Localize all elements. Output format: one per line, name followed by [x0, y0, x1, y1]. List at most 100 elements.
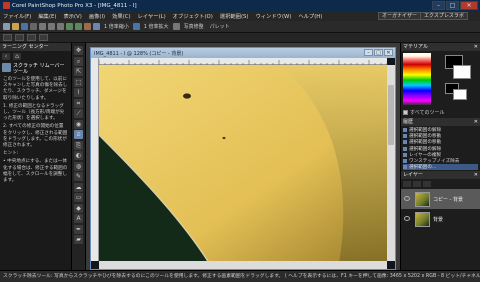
- save-icon[interactable]: [21, 23, 28, 30]
- shape-tool-icon[interactable]: ▰: [74, 235, 83, 244]
- hint-text: • 中央地点にする、または一体化する場合は、修正する範囲の幅をして、スクロールを…: [3, 159, 68, 184]
- color-replacer-tool-icon[interactable]: ◍: [74, 161, 83, 171]
- text-tool-icon[interactable]: A: [74, 214, 83, 223]
- organizer-button[interactable]: オーガナイザー: [378, 12, 422, 20]
- panel-close-icon[interactable]: ✕: [474, 171, 478, 179]
- menu-window[interactable]: ウィンドウ(W): [255, 12, 291, 20]
- delete-layer-icon[interactable]: [413, 181, 421, 188]
- menu-layers[interactable]: レイヤー(L): [138, 12, 166, 20]
- layer-thumbnail: [415, 211, 430, 227]
- history-item-selected[interactable]: 選択範囲の...: [403, 164, 478, 171]
- menu-edit[interactable]: 編集(E): [38, 12, 56, 20]
- photo-canvas[interactable]: [99, 65, 387, 261]
- layer-thumbnail: [415, 191, 430, 207]
- pick-tool-icon[interactable]: ⇱: [74, 67, 83, 76]
- menu-view[interactable]: 表示(V): [63, 12, 81, 20]
- zoom-in-label[interactable]: 1 倍率拡大: [144, 23, 169, 30]
- straighten-tool-icon[interactable]: ⟋: [74, 109, 83, 118]
- fill-tool-icon[interactable]: ◆: [74, 203, 83, 213]
- new-icon[interactable]: [3, 23, 10, 30]
- zoom-tool-icon[interactable]: ⌕: [74, 56, 83, 66]
- copy-icon[interactable]: [48, 23, 55, 30]
- history-item-label: 選択範囲の...: [409, 165, 437, 171]
- all-tools-checkbox[interactable]: [403, 110, 408, 115]
- scroll-thumb[interactable]: [388, 85, 394, 145]
- brush-tool-icon[interactable]: ✎: [74, 172, 83, 181]
- photo-fix-combo[interactable]: 写真修整: [184, 23, 204, 30]
- menu-image[interactable]: 画像(I): [89, 12, 105, 20]
- panel-close-icon[interactable]: ✕: [474, 43, 478, 51]
- all-tools-option[interactable]: すべてのツール: [403, 109, 444, 116]
- express-lab-button[interactable]: エクスプレスラボ: [420, 12, 468, 20]
- palette-menu[interactable]: パレット: [210, 23, 230, 30]
- dropdown-icon[interactable]: [172, 23, 180, 30]
- back-button[interactable]: ‹: [2, 53, 10, 60]
- maximize-button[interactable]: □: [446, 1, 459, 10]
- right-panels: マテリアル ✕ すべてのツール 履歴 ✕ 選択範囲の解除 選択範囲の移動 選択範囲の…: [400, 43, 480, 270]
- red-eye-tool-icon[interactable]: ◉: [74, 119, 83, 129]
- background-fill-swatch[interactable]: [453, 89, 467, 100]
- menu-file[interactable]: ファイル(F): [3, 12, 31, 20]
- layer-props-icon[interactable]: [423, 181, 431, 188]
- layer-name: 背景: [433, 216, 444, 223]
- cut-icon[interactable]: [39, 23, 46, 30]
- panel-close-icon[interactable]: ✕: [474, 118, 478, 126]
- workspace-area: IMG_4811 - I @ 128% (コピー - 背景) – □ ✕: [86, 43, 400, 270]
- menu-selections[interactable]: 選択範囲(S): [220, 12, 249, 20]
- pan-tool-icon[interactable]: ✥: [74, 46, 83, 55]
- crop-tool-icon[interactable]: ⌗: [74, 98, 83, 108]
- new-layer-icon[interactable]: [403, 181, 411, 188]
- print-icon[interactable]: [30, 23, 37, 30]
- menu-help[interactable]: ヘルプ(H): [298, 12, 322, 20]
- close-button[interactable]: ✕: [460, 1, 478, 10]
- paste-icon[interactable]: [57, 23, 64, 30]
- eraser-tool-icon[interactable]: ▭: [74, 193, 83, 202]
- info-icon[interactable]: [93, 23, 100, 30]
- status-bar: スクラッチ除去ツール: 写真からスクラッチやひびを除去するのにこのツールを使用し…: [0, 270, 480, 282]
- minimize-button[interactable]: –: [432, 1, 445, 10]
- status-image-info: 画像: 3465 x 5202 x RGB - 8 ビット/チャネル: [376, 274, 480, 279]
- history-item-label: 選択範囲の解除: [409, 128, 442, 134]
- learning-topic: スクラッチ リムーバー ツール: [0, 62, 71, 76]
- status-help-text: スクラッチ除去ツール: 写真からスクラッチやひびを除去するのにこのツールを使用し…: [3, 274, 377, 279]
- selection-tool-icon[interactable]: ⬚: [74, 77, 83, 87]
- redo-icon[interactable]: [75, 23, 82, 30]
- dropper-tool-icon[interactable]: ⌇: [74, 88, 83, 97]
- history-item-label: ワンステップノイズ除去: [409, 159, 460, 165]
- history-item-label: 選択範囲の解除: [409, 146, 442, 152]
- doc-maximize-button[interactable]: □: [374, 49, 383, 56]
- menu-effects[interactable]: 効果(C): [112, 12, 130, 20]
- scratch-remover-tool-icon[interactable]: ⧄: [74, 130, 83, 139]
- window-controls: – □ ✕: [432, 1, 478, 10]
- horizontal-scrollbar[interactable]: [99, 261, 387, 269]
- smudge-tool-icon[interactable]: ☁: [74, 182, 83, 192]
- background-swatch[interactable]: [453, 65, 471, 79]
- doc-minimize-button[interactable]: –: [364, 49, 373, 56]
- pen-tool-icon[interactable]: ✒: [74, 224, 83, 234]
- vertical-scrollbar[interactable]: [387, 65, 395, 261]
- home-button[interactable]: ⌂: [13, 53, 21, 60]
- option-width[interactable]: [27, 34, 36, 41]
- history-item-label: 選択範囲の移動: [409, 134, 442, 140]
- history-step-icon: [403, 140, 407, 145]
- option-mode-2[interactable]: [15, 34, 24, 41]
- zoom-in-icon[interactable]: [132, 23, 140, 30]
- dodge-tool-icon[interactable]: ◐: [74, 151, 83, 160]
- layer-row[interactable]: コピー - 背景: [401, 189, 480, 210]
- visibility-eye-icon[interactable]: [404, 216, 410, 222]
- clone-tool-icon[interactable]: ⎘: [74, 140, 83, 150]
- undo-icon[interactable]: [66, 23, 73, 30]
- layer-row[interactable]: 背景: [401, 209, 480, 229]
- doc-close-button[interactable]: ✕: [384, 49, 393, 56]
- learning-paragraph: このツールを使用して、以前にスキャンした写真の傷を除去したり、スクラッチ、ダメー…: [3, 77, 68, 101]
- open-icon[interactable]: [12, 23, 19, 30]
- visibility-eye-icon[interactable]: [404, 196, 410, 202]
- menu-objects[interactable]: オブジェクト(O): [173, 12, 213, 20]
- document-title: IMG_4811 - I @ 128% (コピー - 背景): [94, 50, 184, 57]
- zoom-out-label[interactable]: 1 倍率縮小: [104, 23, 129, 30]
- crop-icon[interactable]: [84, 23, 91, 30]
- option-mode-1[interactable]: [3, 34, 12, 41]
- history-list: 選択範囲の解除 選択範囲の移動 選択範囲の移動 選択範囲の解除 レイヤーの複製 …: [401, 126, 480, 171]
- option-apply[interactable]: [39, 34, 48, 41]
- color-spectrum[interactable]: [403, 53, 431, 105]
